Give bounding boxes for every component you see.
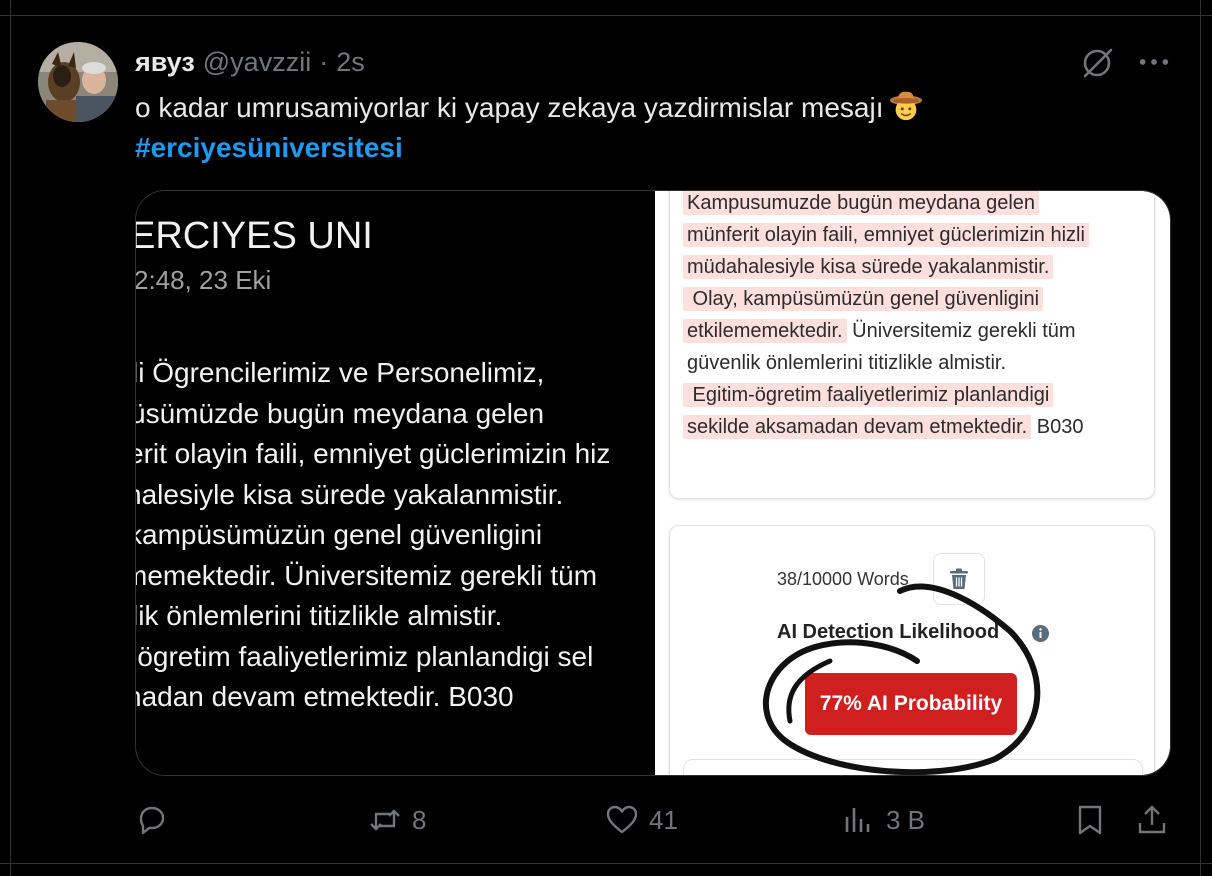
tweet-frame: явуз @yavzzii · 2s o kadar umrusamiyorla… <box>0 0 1212 876</box>
reply-icon <box>139 806 165 835</box>
trash-icon <box>950 568 968 589</box>
screenshot-title: ERCIYES UNI <box>136 215 373 257</box>
media-attachment[interactable]: ERCIYES UNI 2:48, 23 Eki li Ögrencilerim… <box>135 190 1171 776</box>
plain-text: Üniversitemiz gerekli tüm <box>846 320 1076 342</box>
share-button[interactable] <box>1135 796 1169 844</box>
highlighted-text: etkilememektedir. <box>683 319 847 343</box>
separator-dot: · <box>319 46 329 77</box>
divider-bottom <box>0 863 1212 864</box>
retweet-icon <box>370 809 400 831</box>
bookmark-button[interactable] <box>1073 796 1107 844</box>
screenshot-date: 2:48, 23 Eki <box>136 265 272 295</box>
divider-top <box>0 15 1212 16</box>
plain-text: güvenlik önlemlerini titizlikle almistir… <box>687 352 1006 374</box>
user-handle[interactable]: @yavzzii <box>203 47 311 78</box>
grok-icon[interactable] <box>1080 44 1116 80</box>
display-name[interactable]: явуз <box>135 47 195 78</box>
views-chart-icon <box>845 808 870 832</box>
highlighted-text: müdahalesiyle kisa sürede yakalanmistir. <box>683 255 1054 279</box>
tweet-actions-bar: 8 41 3 B <box>0 796 1212 844</box>
detection-label: AI Detection Likelihood <box>777 621 1000 643</box>
reply-button[interactable] <box>135 796 179 844</box>
like-count: 41 <box>649 804 678 835</box>
avatar-image <box>38 42 118 122</box>
like-button[interactable]: 41 <box>605 796 678 844</box>
highlighted-text: münferit olayin faili, emniyet güclerimi… <box>683 223 1089 247</box>
word-count: 38/10000 Words <box>777 569 909 589</box>
tweet-text: o kadar umrusamiyorlar ki yapay zekaya y… <box>135 88 923 128</box>
message-line: -ögretim faaliyetlerimiz planlandigi sel <box>136 640 594 672</box>
highlighted-text: Olay, kampüsümüzün genel güvenligini <box>683 287 1044 311</box>
ai-detector-text: Kampusumuzde bugün meydana gelen münferi… <box>683 191 1089 443</box>
cowboy-face-icon <box>890 91 923 121</box>
plain-text: B030 <box>1031 416 1084 438</box>
message-line: üsümüzde bugün meydana gelen <box>136 397 545 429</box>
heart-icon <box>606 805 638 834</box>
message-line: nadan devam etmektedir. B030 <box>136 681 514 712</box>
retweet-button[interactable]: 8 <box>368 796 426 844</box>
highlighted-text: sekilde aksamadan devam etmektedir. <box>683 415 1032 439</box>
views-button[interactable]: 3 B <box>842 796 925 844</box>
share-icon <box>1138 805 1166 834</box>
avatar[interactable] <box>38 42 118 122</box>
timestamp[interactable]: 2s <box>336 47 365 78</box>
message-line: erit olayin faili, emniyet güclerimizin … <box>136 438 611 469</box>
more-options-icon[interactable] <box>1136 44 1172 80</box>
delete-button[interactable] <box>933 553 985 605</box>
views-count: 3 B <box>886 804 926 835</box>
message-line: memektedir. Üniversitemiz gerekli tüm <box>136 559 598 591</box>
header-actions <box>1080 44 1172 80</box>
message-line: li Ögrencilerimiz ve Personelimiz, <box>136 357 545 388</box>
highlighted-text: Egitim-ögretim faaliyetlerimiz planlandi… <box>683 383 1054 407</box>
next-card <box>683 759 1143 775</box>
media-left-screenshot: ERCIYES UNI 2:48, 23 Eki li Ögrencilerim… <box>136 191 655 775</box>
info-icon[interactable] <box>1032 625 1049 642</box>
divider-right <box>1200 0 1201 876</box>
ai-probability-badge: 77% AI Probability <box>805 673 1017 735</box>
retweet-count: 8 <box>412 804 427 835</box>
tweet-body: o kadar umrusamiyorlar ki yapay zekaya y… <box>135 92 884 123</box>
hashtag-link[interactable]: #erciyesüniversitesi <box>135 128 403 168</box>
divider-left <box>10 0 11 876</box>
screenshot-message: li Ögrencilerimiz ve Personelimiz, üsümü… <box>136 353 610 718</box>
highlighted-text: Kampusumuzde bugün meydana gelen <box>683 191 1040 215</box>
ai-detector-result-card <box>669 525 1155 775</box>
message-line: kampüsümüzün genel güvenligini <box>136 519 543 550</box>
message-line: halesiyle kisa sürede yakalanmistir. <box>136 478 564 510</box>
bookmark-icon <box>1078 805 1102 835</box>
media-right-screenshot: Kampusumuzde bugün meydana gelen münferi… <box>655 191 1170 775</box>
tweet-header: явуз @yavzzii · 2s <box>135 44 365 80</box>
message-line: lik önlemlerini titizlikle almistir. <box>136 600 503 631</box>
